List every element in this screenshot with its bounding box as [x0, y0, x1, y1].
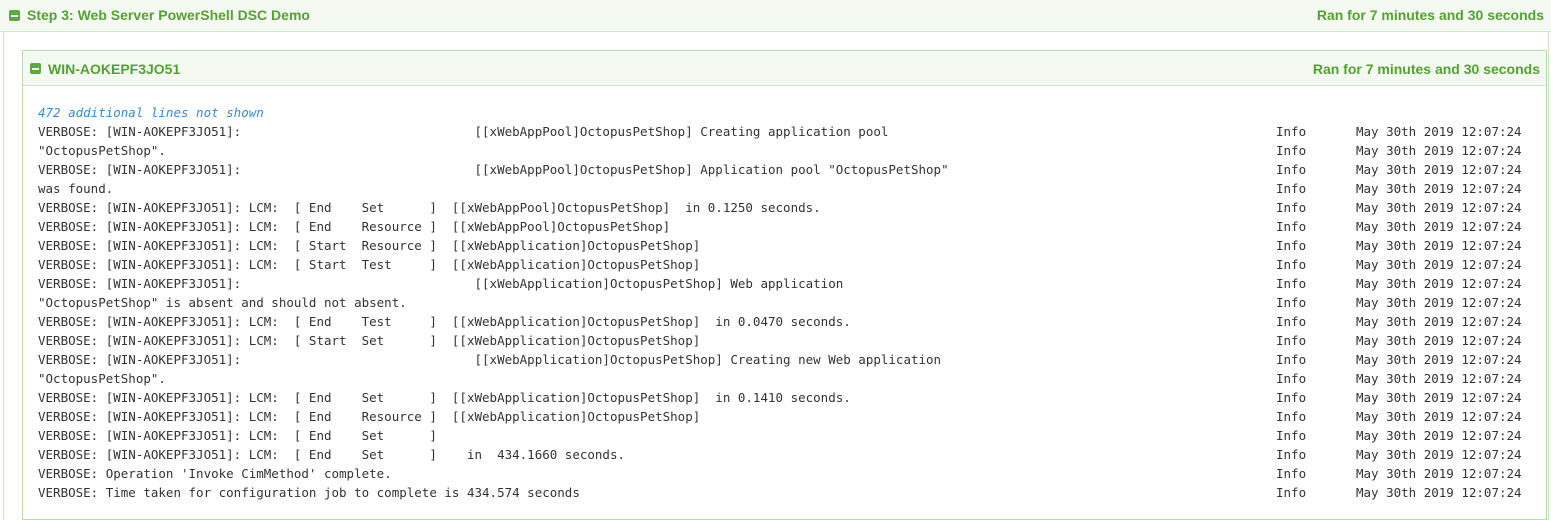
log-timestamp: May 30th 2019 12:07:24 — [1356, 276, 1522, 291]
log-line: VERBOSE: [WIN-AOKEPF3JO51]: LCM: [ End S… — [38, 426, 1538, 445]
machine-panel: WIN-AOKEPF3JO51 Ran for 7 minutes and 30… — [22, 50, 1547, 520]
log-line: "OctopusPetShop". Info May 30th 2019 12:07… — [38, 141, 1538, 160]
log-timestamp: May 30th 2019 12:07:24 — [1356, 219, 1522, 234]
log-timestamp: May 30th 2019 12:07:24 — [1356, 390, 1522, 405]
log-message: VERBOSE: [WIN-AOKEPF3JO51]: [[xWebApplic… — [38, 276, 844, 291]
step-header[interactable]: Step 3: Web Server PowerShell DSC Demo R… — [0, 0, 1551, 32]
log-line: "OctopusPetShop" is absent and should no… — [38, 293, 1538, 312]
log-message: VERBOSE: [WIN-AOKEPF3JO51]: LCM: [ End S… — [38, 447, 625, 462]
log-message: VERBOSE: Operation 'Invoke CimMethod' co… — [38, 466, 392, 481]
log-message: VERBOSE: [WIN-AOKEPF3JO51]: [[xWebAppPoo… — [38, 162, 949, 177]
log-timestamp: May 30th 2019 12:07:24 — [1356, 333, 1522, 348]
log-timestamp: May 30th 2019 12:07:24 — [1356, 162, 1522, 177]
log-category: Info — [1276, 238, 1307, 253]
log-timestamp: May 30th 2019 12:07:24 — [1356, 409, 1522, 424]
log-category: Info — [1276, 428, 1307, 443]
log-timestamp: May 30th 2019 12:07:24 — [1356, 485, 1522, 500]
additional-lines-link[interactable]: 472 additional lines not shown — [38, 105, 264, 120]
log-message: VERBOSE: Time taken for configuration jo… — [38, 485, 580, 500]
log-line: VERBOSE: [WIN-AOKEPF3JO51]: LCM: [ End R… — [38, 217, 1538, 236]
log-message: VERBOSE: [WIN-AOKEPF3JO51]: [[xWebAppPoo… — [38, 124, 889, 139]
log-category: Info — [1276, 181, 1307, 196]
log-message: "OctopusPetShop". — [38, 143, 166, 158]
log-category: Info — [1276, 162, 1307, 177]
step-title: Step 3: Web Server PowerShell DSC Demo — [27, 7, 310, 23]
log-line: VERBOSE: [WIN-AOKEPF3JO51]: LCM: [ End S… — [38, 388, 1538, 407]
log-category: Info — [1276, 447, 1307, 462]
collapse-icon[interactable] — [30, 63, 41, 74]
log-timestamp: May 30th 2019 12:07:24 — [1356, 238, 1522, 253]
log-line: VERBOSE: [WIN-AOKEPF3JO51]: LCM: [ End R… — [38, 407, 1538, 426]
log-category: Info — [1276, 409, 1307, 424]
log-line: VERBOSE: [WIN-AOKEPF3JO51]: [[xWebApplic… — [38, 350, 1538, 369]
log-category: Info — [1276, 295, 1307, 310]
log-line: VERBOSE: [WIN-AOKEPF3JO51]: LCM: [ End S… — [38, 198, 1538, 217]
log-category: Info — [1276, 219, 1307, 234]
log-line: was found. Info May 30th 2019 12:07:24 — [38, 179, 1538, 198]
log-output: VERBOSE: [WIN-AOKEPF3JO51]: [[xWebAppPoo… — [38, 122, 1538, 502]
log-timestamp: May 30th 2019 12:07:24 — [1356, 181, 1522, 196]
log-message: VERBOSE: [WIN-AOKEPF3JO51]: LCM: [ Start… — [38, 333, 701, 348]
log-category: Info — [1276, 485, 1307, 500]
log-line: VERBOSE: [WIN-AOKEPF3JO51]: LCM: [ Start… — [38, 255, 1538, 274]
log-message: VERBOSE: [WIN-AOKEPF3JO51]: LCM: [ Start… — [38, 257, 701, 272]
log-line: VERBOSE: [WIN-AOKEPF3JO51]: [[xWebAppPoo… — [38, 122, 1538, 141]
log-message: VERBOSE: [WIN-AOKEPF3JO51]: LCM: [ Start… — [38, 238, 701, 253]
log-line: VERBOSE: Operation 'Invoke CimMethod' co… — [38, 464, 1538, 483]
log-line: VERBOSE: [WIN-AOKEPF3JO51]: LCM: [ Start… — [38, 331, 1538, 350]
log-timestamp: May 30th 2019 12:07:24 — [1356, 124, 1522, 139]
log-category: Info — [1276, 390, 1307, 405]
log-message: "OctopusPetShop". — [38, 371, 166, 386]
machine-header[interactable]: WIN-AOKEPF3JO51 Ran for 7 minutes and 30… — [23, 51, 1546, 86]
log-timestamp: May 30th 2019 12:07:24 — [1356, 428, 1522, 443]
log-category: Info — [1276, 257, 1307, 272]
log-timestamp: May 30th 2019 12:07:24 — [1356, 371, 1522, 386]
log-timestamp: May 30th 2019 12:07:24 — [1356, 200, 1522, 215]
log-line: VERBOSE: [WIN-AOKEPF3JO51]: LCM: [ End S… — [38, 445, 1538, 464]
log-message: VERBOSE: [WIN-AOKEPF3JO51]: LCM: [ End R… — [38, 219, 671, 234]
collapse-icon[interactable] — [9, 10, 20, 21]
log-timestamp: May 30th 2019 12:07:24 — [1356, 143, 1522, 158]
log-line: VERBOSE: Time taken for configuration jo… — [38, 483, 1538, 502]
log-category: Info — [1276, 143, 1307, 158]
log-line: VERBOSE: [WIN-AOKEPF3JO51]: [[xWebAppPoo… — [38, 160, 1538, 179]
log-line: VERBOSE: [WIN-AOKEPF3JO51]: LCM: [ End T… — [38, 312, 1538, 331]
log-category: Info — [1276, 124, 1307, 139]
log-category: Info — [1276, 333, 1307, 348]
log-category: Info — [1276, 352, 1307, 367]
log-message: was found. — [38, 181, 114, 196]
log-message: VERBOSE: [WIN-AOKEPF3JO51]: LCM: [ End S… — [38, 428, 437, 443]
log-message: VERBOSE: [WIN-AOKEPF3JO51]: LCM: [ End R… — [38, 409, 701, 424]
log-message: VERBOSE: [WIN-AOKEPF3JO51]: LCM: [ End T… — [38, 314, 851, 329]
log-timestamp: May 30th 2019 12:07:24 — [1356, 257, 1522, 272]
log-line: "OctopusPetShop". Info May 30th 2019 12:07… — [38, 369, 1538, 388]
step-duration: Ran for 7 minutes and 30 seconds — [1316, 7, 1544, 23]
log-category: Info — [1276, 276, 1307, 291]
log-category: Info — [1276, 314, 1307, 329]
log-category: Info — [1276, 466, 1307, 481]
log-category: Info — [1276, 200, 1307, 215]
log-timestamp: May 30th 2019 12:07:24 — [1356, 447, 1522, 462]
log-timestamp: May 30th 2019 12:07:24 — [1356, 314, 1522, 329]
log-line: VERBOSE: [WIN-AOKEPF3JO51]: [[xWebApplic… — [38, 274, 1538, 293]
log-message: VERBOSE: [WIN-AOKEPF3JO51]: LCM: [ End S… — [38, 200, 821, 215]
log-message: VERBOSE: [WIN-AOKEPF3JO51]: [[xWebApplic… — [38, 352, 942, 367]
log-timestamp: May 30th 2019 12:07:24 — [1356, 352, 1522, 367]
machine-name: WIN-AOKEPF3JO51 — [48, 61, 181, 77]
log-timestamp: May 30th 2019 12:07:24 — [1356, 466, 1522, 481]
log-message: VERBOSE: [WIN-AOKEPF3JO51]: LCM: [ End S… — [38, 390, 851, 405]
log-message: "OctopusPetShop" is absent and should no… — [38, 295, 407, 310]
log-category: Info — [1276, 371, 1307, 386]
machine-duration: Ran for 7 minutes and 30 seconds — [1312, 61, 1540, 77]
log-line: VERBOSE: [WIN-AOKEPF3JO51]: LCM: [ Start… — [38, 236, 1538, 255]
log-timestamp: May 30th 2019 12:07:24 — [1356, 295, 1522, 310]
